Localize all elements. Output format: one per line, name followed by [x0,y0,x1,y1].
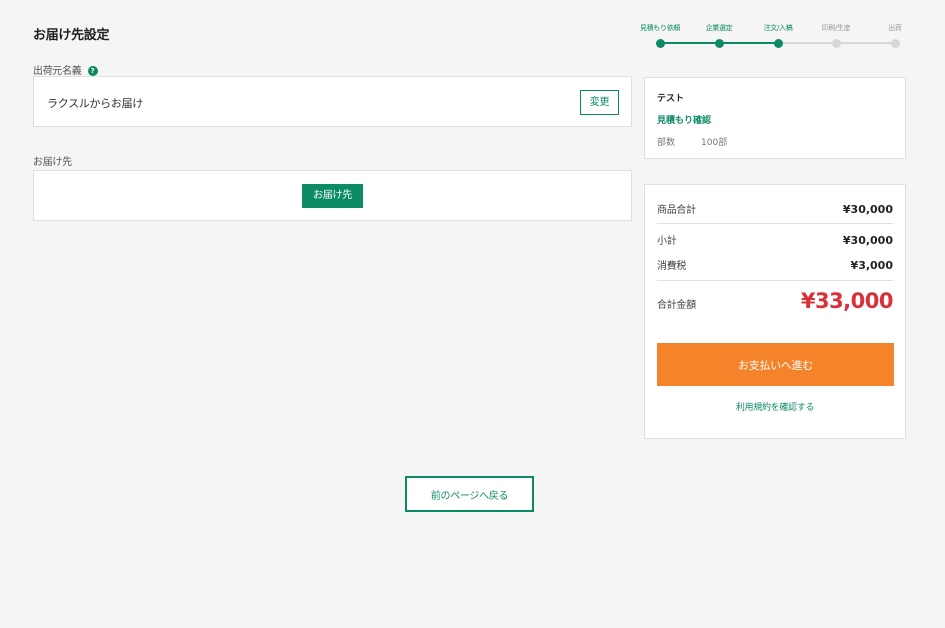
step-dot [773,39,783,48]
step-dot [655,39,665,48]
product-name: テスト [657,94,685,104]
step-label: 出荷 [888,24,902,32]
summary-divider [657,223,893,224]
grand-total-value: ¥33,000 [800,289,894,313]
step-shipping: 出荷 [865,22,925,48]
sender-name: ラクスルからお届け [47,97,143,110]
step-print-production: 印刷/生産 [806,22,866,48]
step-quote-request: 見積もり依頼 [630,22,690,48]
grand-total-label: 合計金額 [657,300,696,311]
page-title: お届け先設定 [33,28,110,43]
step-dot [890,39,900,48]
sender-section-label: 出荷元名義? [33,62,98,77]
destination-box: お届け先 [33,170,632,221]
order-summary-box: 商品合計 ¥30,000 小計 ¥30,000 消費税 ¥3,000 合計金額 … [644,184,906,439]
product-total-value: ¥30,000 [842,203,893,216]
product-total-label: 商品合計 [657,205,696,216]
step-label: 見積もり依頼 [639,24,681,32]
tax-value: ¥3,000 [850,259,893,272]
proceed-to-payment-button[interactable]: お支払いへ進む [657,343,894,386]
sender-box: ラクスルからお届け 変更 [33,76,632,127]
step-label: 注文/入稿 [763,24,793,32]
step-dot [831,39,841,48]
progress-stepper: 見積もり依頼 企業選定 注文/入稿 印刷/生産 出荷 [636,22,906,52]
quantity-label: 部数 [657,138,676,148]
change-sender-button[interactable]: 変更 [580,90,619,115]
grand-total-row: 合計金額 ¥33,000 [657,289,894,313]
step-label: 企業選定 [705,24,733,32]
destination-section-label: お届け先 [33,157,72,168]
terms-link[interactable]: 利用規約を確認する [645,400,905,413]
quantity-row: 部数 100部 [657,135,893,148]
subtotal-label: 小計 [657,236,677,247]
quantity-value: 100部 [701,138,728,148]
product-info-box: テスト 見積もり確認 部数 100部 [644,77,906,159]
step-order-submit: 注文/入稿 [748,22,808,48]
destination-button[interactable]: お届け先 [302,184,363,208]
tax-row: 消費税 ¥3,000 [657,257,893,272]
product-total-row: 商品合計 ¥30,000 [657,201,893,216]
help-icon[interactable]: ? [87,66,98,76]
subtotal-row: 小計 ¥30,000 [657,232,893,247]
subtotal-value: ¥30,000 [842,234,893,247]
tax-label: 消費税 [657,261,687,272]
back-button[interactable]: 前のページへ戻る [405,476,534,512]
step-company-select: 企業選定 [689,22,749,48]
step-label: 印刷/生産 [821,24,851,32]
step-dot [714,39,724,48]
summary-divider [657,280,893,281]
quote-confirm-link[interactable]: 見積もり確認 [657,113,893,126]
